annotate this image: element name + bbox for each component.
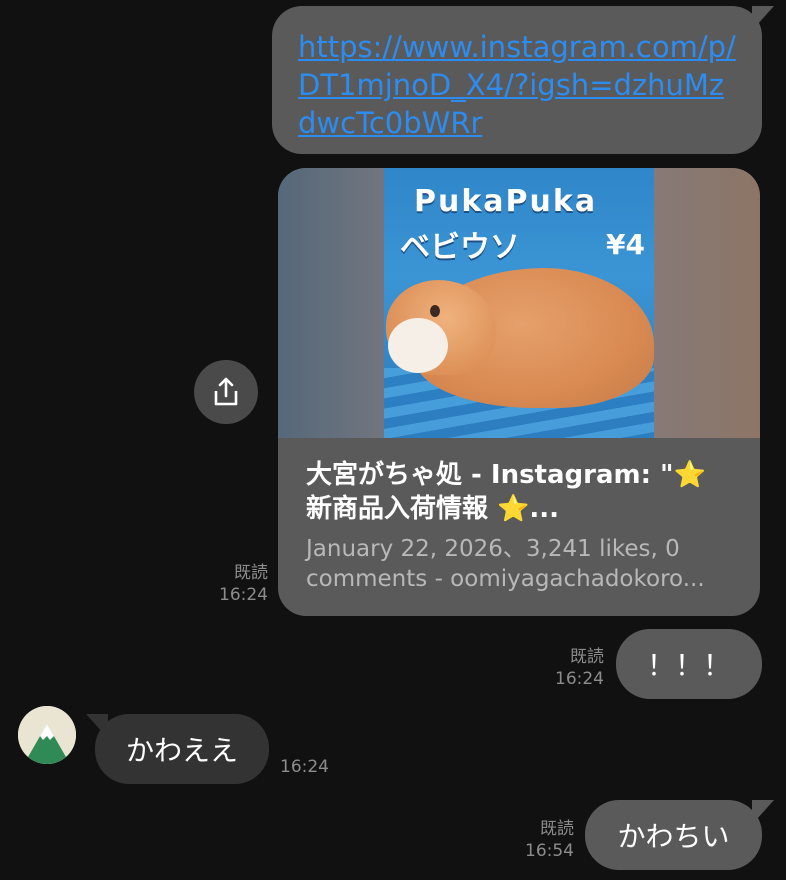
otter-eye [430,305,440,317]
preview-title: 大宮がちゃ処 - Instagram: "⭐ 新商品入荷情報 ⭐... [306,460,706,524]
outgoing-link-bubble[interactable]: https://www.instagram.com/p/DT1mjnoD_X4/… [272,6,762,154]
preview-text: 大宮がちゃ処 - Instagram: "⭐ 新商品入荷情報 ⭐... Janu… [278,438,760,616]
instagram-link[interactable]: https://www.instagram.com/p/DT1mjnoD_X4/… [298,30,736,140]
link-preview-card[interactable]: PukaPuka ベビウソ ¥4 大宮がちゃ処 - Instagram: "⭐ … [278,168,760,616]
read-receipt: 既読 [234,563,268,583]
read-receipt: 既読 [540,819,574,839]
avatar[interactable] [18,706,76,764]
mountain-avatar-icon [18,706,76,764]
preview-description: January 22, 2026、3,241 likes, 0 comments… [306,536,705,592]
chat-thread: https://www.instagram.com/p/DT1mjnoD_X4/… [0,0,786,880]
message-time: 16:54 [525,841,574,861]
poster-subtitle: ベビウソ [400,230,520,265]
outgoing-message-bubble[interactable]: かわちい [585,800,762,870]
bubble-tail [752,800,774,822]
poster-title: PukaPuka [414,184,598,219]
preview-image: PukaPuka ベビウソ ¥4 [278,168,760,438]
outgoing-message-bubble[interactable]: ！！！ [616,629,762,699]
message-time: 16:24 [219,585,268,605]
message-meta: 既読 16:54 [500,818,574,862]
share-button[interactable] [194,360,258,424]
poster-price: ¥4 [606,228,645,261]
bubble-tail [752,6,774,28]
message-meta: 既読 16:24 [196,562,268,606]
incoming-message-bubble[interactable]: かわええ [95,714,269,784]
message-time: 16:24 [555,669,604,689]
message-text: ！！！ [646,649,731,682]
message-text: かわええ [125,734,238,767]
message-time: 16:24 [280,757,329,777]
read-receipt: 既読 [570,647,604,667]
share-icon [214,377,238,406]
otter-muzzle [388,318,448,373]
product-poster: PukaPuka ベビウソ ¥4 [384,168,654,438]
message-text: かわちい [617,820,730,853]
message-meta: 既読 16:24 [530,646,604,690]
